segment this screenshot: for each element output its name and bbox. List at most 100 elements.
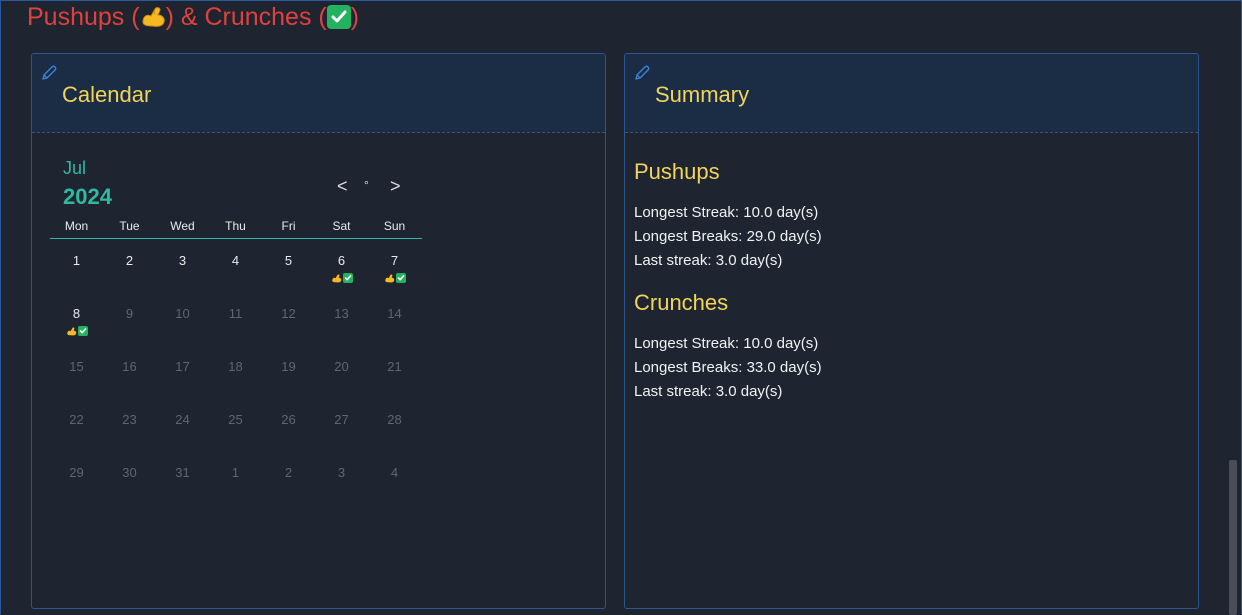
- stat-line: Longest Streak: 10.0 day(s): [634, 335, 819, 352]
- title-text-1: Pushups (: [27, 3, 140, 31]
- day-marks: [315, 273, 368, 284]
- calendar-day[interactable]: 11: [209, 306, 262, 359]
- calendar-day[interactable]: 21: [368, 359, 421, 412]
- calendar-day-number: 2: [125, 253, 134, 268]
- calendar-panel: Calendar Jul 2024 < ° > Mon Tue Wed Thu …: [31, 53, 606, 609]
- calendar-day-number: 2: [284, 465, 293, 480]
- weekday-header: Mon Tue Wed Thu Fri Sat Sun: [50, 216, 422, 239]
- pencil-icon[interactable]: [40, 64, 58, 82]
- stat-line: Longest Streak: 10.0 day(s): [634, 204, 819, 221]
- stat-line: Longest Breaks: 33.0 day(s): [634, 359, 822, 376]
- calendar-day-number: 18: [228, 359, 243, 374]
- calendar-day[interactable]: 31: [156, 465, 209, 518]
- calendar-day[interactable]: 3: [315, 465, 368, 518]
- calendar-day[interactable]: 19: [262, 359, 315, 412]
- calendar-day[interactable]: 16: [103, 359, 156, 412]
- calendar-day[interactable]: 15: [50, 359, 103, 412]
- calendar-day-number: 7: [390, 253, 399, 268]
- calendar-day[interactable]: 2: [103, 253, 156, 306]
- calendar-day[interactable]: 26: [262, 412, 315, 465]
- weekday-label: Sun: [383, 219, 406, 233]
- calendar-title: Calendar: [62, 82, 152, 107]
- calendar-day-number: 12: [281, 306, 296, 321]
- calendar-day-number: 24: [175, 412, 190, 427]
- day-marks: [368, 273, 421, 284]
- calendar-day[interactable]: 10: [156, 306, 209, 359]
- prev-month-button[interactable]: <: [337, 176, 348, 197]
- calendar-day-number: 10: [175, 306, 190, 321]
- calendar-day[interactable]: 30: [103, 465, 156, 518]
- calendar-day[interactable]: 23: [103, 412, 156, 465]
- calendar-day-number: 16: [122, 359, 137, 374]
- calendar-day-number: 31: [175, 465, 190, 480]
- calendar-day-number: 9: [125, 306, 134, 321]
- calendar-day-number: 28: [387, 412, 402, 427]
- calendar-day[interactable]: 14: [368, 306, 421, 359]
- calendar-day[interactable]: 4: [209, 253, 262, 306]
- stat-line: Last streak: 3.0 day(s): [634, 252, 783, 269]
- calendar-day[interactable]: 29: [50, 465, 103, 518]
- calendar-day-number: 13: [334, 306, 349, 321]
- calendar-day-number: 4: [390, 465, 399, 480]
- calendar-day-number: 25: [228, 412, 243, 427]
- page-scrollbar[interactable]: [1229, 460, 1237, 615]
- calendar-day[interactable]: 18: [209, 359, 262, 412]
- title-text-2: ) & Crunches (: [165, 3, 327, 31]
- calendar-day[interactable]: 17: [156, 359, 209, 412]
- weekday-label: Sat: [332, 219, 351, 233]
- summary-panel: Summary Pushups Longest Streak: 10.0 day…: [624, 53, 1199, 609]
- calendar-day[interactable]: 7: [368, 253, 421, 306]
- calendar-day[interactable]: 1: [50, 253, 103, 306]
- calendar-day-number: 22: [69, 412, 84, 427]
- calendar-day[interactable]: 9: [103, 306, 156, 359]
- calendar-day[interactable]: 6: [315, 253, 368, 306]
- calendar-day[interactable]: 3: [156, 253, 209, 306]
- calendar-day[interactable]: 8: [50, 306, 103, 359]
- flexed-biceps-icon: [66, 327, 76, 336]
- calendar-day-number: 5: [284, 253, 293, 268]
- pushups-heading: Pushups: [634, 159, 720, 184]
- calendar-day[interactable]: 4: [368, 465, 421, 518]
- pencil-icon[interactable]: [633, 64, 651, 82]
- green-check-icon: [342, 273, 353, 283]
- calendar-year[interactable]: 2024: [63, 184, 112, 210]
- next-month-button[interactable]: >: [390, 176, 401, 197]
- calendar-day[interactable]: 28: [368, 412, 421, 465]
- calendar-panel-header: Calendar: [32, 54, 605, 133]
- today-button[interactable]: °: [364, 178, 369, 192]
- calendar-day-number: 6: [337, 253, 346, 268]
- calendar-day-number: 26: [281, 412, 296, 427]
- calendar-day-number: 20: [334, 359, 349, 374]
- flexed-biceps-icon: [384, 274, 394, 283]
- calendar-day-number: 4: [231, 253, 240, 268]
- calendar-day[interactable]: 27: [315, 412, 368, 465]
- weekday-label: Tue: [119, 219, 140, 233]
- green-check-icon: [77, 326, 88, 336]
- calendar-day[interactable]: 13: [315, 306, 368, 359]
- calendar-day[interactable]: 12: [262, 306, 315, 359]
- calendar-day-number: 27: [334, 412, 349, 427]
- weekday-label: Fri: [281, 219, 296, 233]
- green-check-icon: [326, 5, 351, 29]
- title-text-3: ): [350, 3, 360, 31]
- calendar-day[interactable]: 20: [315, 359, 368, 412]
- calendar-day[interactable]: 5: [262, 253, 315, 306]
- green-check-icon: [395, 273, 406, 283]
- calendar-day[interactable]: 1: [209, 465, 262, 518]
- calendar-day-number: 21: [387, 359, 402, 374]
- flexed-biceps-icon: [142, 7, 165, 27]
- calendar-day-number: 8: [72, 306, 81, 321]
- calendar-day[interactable]: 2: [262, 465, 315, 518]
- calendar-day-number: 19: [281, 359, 296, 374]
- summary-panel-header: Summary: [625, 54, 1198, 133]
- calendar-day[interactable]: 24: [156, 412, 209, 465]
- page-title: Pushups ( ) & Crunches (): [27, 3, 359, 32]
- calendar-day-number: 11: [228, 306, 243, 321]
- stat-line: Last streak: 3.0 day(s): [634, 383, 783, 400]
- calendar-day[interactable]: 25: [209, 412, 262, 465]
- calendar-day[interactable]: 22: [50, 412, 103, 465]
- calendar-day-number: 30: [122, 465, 137, 480]
- weekday-label: Wed: [170, 219, 195, 233]
- calendar-day-number: 15: [69, 359, 84, 374]
- calendar-day-number: 3: [178, 253, 187, 268]
